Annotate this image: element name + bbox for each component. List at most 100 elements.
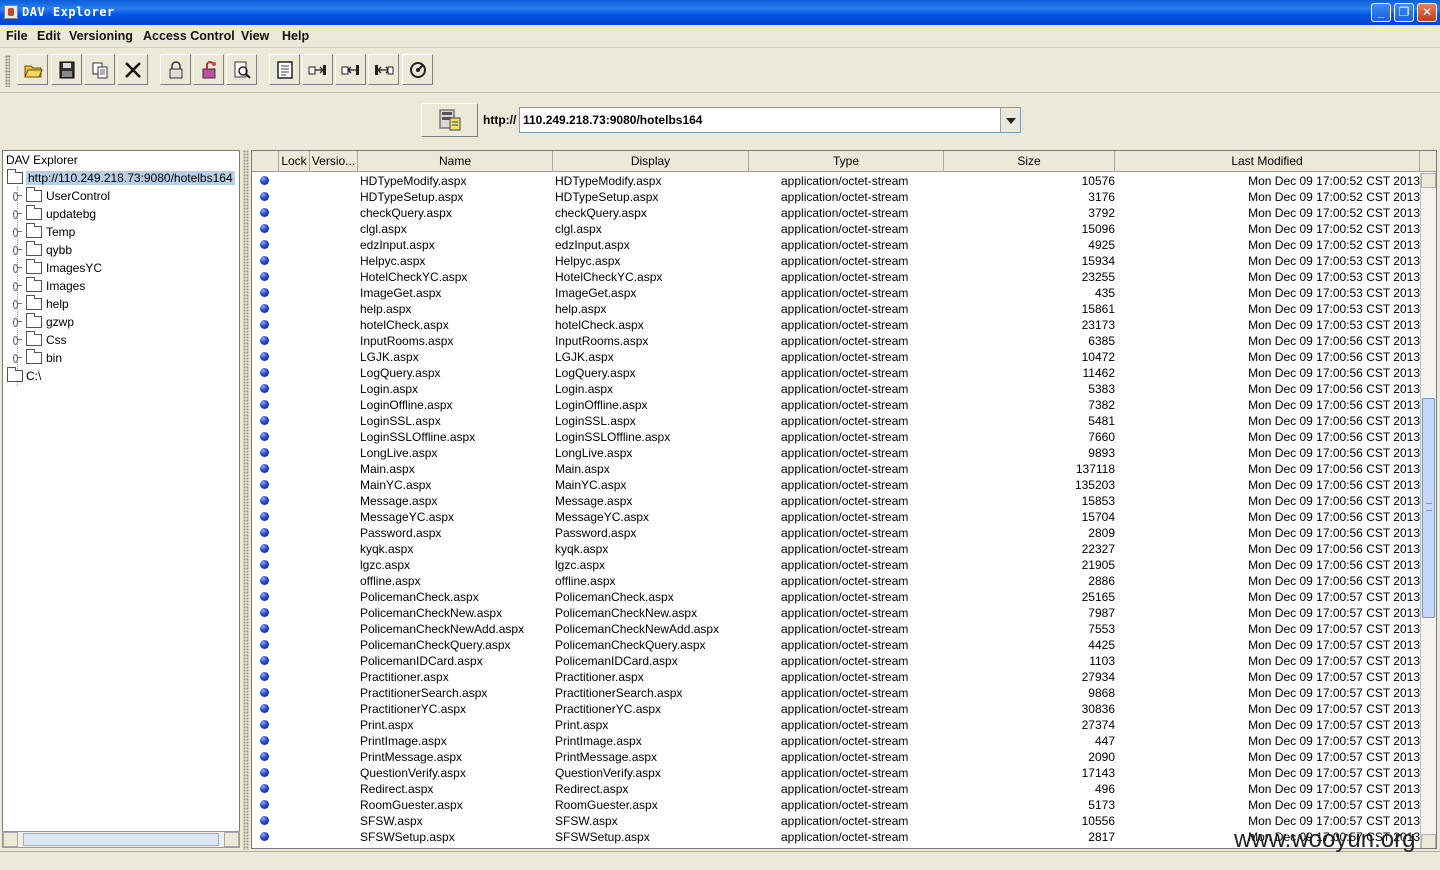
table-row[interactable]: LogQuery.aspx LogQuery.aspx application/oc… <box>252 365 1422 381</box>
scroll-left-arrow[interactable] <box>3 832 18 847</box>
table-row[interactable]: PolicemanCheckNewAdd.aspx PolicemanCheckN… <box>252 621 1422 637</box>
close-button[interactable]: ✕ <box>1417 3 1437 22</box>
toolbar-grip[interactable] <box>5 55 10 87</box>
table-row[interactable]: Main.aspx Main.aspx application/octet-stre… <box>252 461 1422 477</box>
split-pane-divider[interactable] <box>243 150 249 850</box>
scroll-thumb[interactable] <box>1422 398 1435 618</box>
column-header-name[interactable]: Name <box>358 151 553 172</box>
tree-expand-icon[interactable] <box>13 281 22 291</box>
table-row[interactable]: HDTypeModify.aspx HDTypeModify.aspx applic… <box>252 173 1422 189</box>
table-row[interactable]: Redirect.aspx Redirect.aspx application/oc… <box>252 781 1422 797</box>
table-row[interactable]: hotelCheck.aspx hotelCheck.aspx applicatio… <box>252 317 1422 333</box>
table-row[interactable]: clgl.aspx clgl.aspx application/octet-stre… <box>252 221 1422 237</box>
new-file-button[interactable] <box>269 54 300 85</box>
tree-expand-icon[interactable] <box>13 335 22 345</box>
menu-edit[interactable]: Edit <box>37 29 61 43</box>
table-row[interactable]: QuestionVerify.aspx QuestionVerify.aspx ap… <box>252 765 1422 781</box>
folder-icon <box>26 187 42 202</box>
table-row[interactable]: Practitioner.aspx Practitioner.aspx applic… <box>252 669 1422 685</box>
open-folder-button[interactable] <box>17 54 48 85</box>
tree-expand-icon[interactable] <box>13 227 22 237</box>
menu-access-control[interactable]: Access Control <box>143 29 235 43</box>
tree-expand-icon[interactable] <box>13 191 22 201</box>
connect-button[interactable] <box>421 103 478 137</box>
table-row[interactable]: kyqk.aspx kyqk.aspx application/octet-stre… <box>252 541 1422 557</box>
copy-button[interactable] <box>84 54 115 85</box>
cell-last-modified: Mon Dec 09 17:00:52 CST 2013 <box>1248 222 1420 236</box>
table-row[interactable]: Message.aspx Message.aspx application/octe… <box>252 493 1422 509</box>
menu-versioning[interactable]: Versioning <box>69 29 133 43</box>
table-row[interactable]: PolicemanIDCard.aspx PolicemanIDCard.aspx… <box>252 653 1422 669</box>
column-header-size[interactable]: Size <box>944 151 1115 172</box>
table-row[interactable]: LoginOffline.aspx LoginOffline.aspx applic… <box>252 397 1422 413</box>
column-header-display[interactable]: Display <box>553 151 749 172</box>
table-row[interactable]: InputRooms.aspx InputRooms.aspx applicatio… <box>252 333 1422 349</box>
table-row[interactable]: PrintMessage.aspx PrintMessage.aspx applic… <box>252 749 1422 765</box>
table-row[interactable]: edzInput.aspx edzInput.aspx application/oc… <box>252 237 1422 253</box>
table-row[interactable]: LoginSSL.aspx LoginSSL.aspx application/oc… <box>252 413 1422 429</box>
tree-expand-icon[interactable] <box>13 263 22 273</box>
table-row[interactable]: offline.aspx offline.aspx application/octe… <box>252 573 1422 589</box>
table-row[interactable]: PractitionerYC.aspx PractitionerYC.aspx ap… <box>252 701 1422 717</box>
table-row[interactable]: LongLive.aspx LongLive.aspx application/oc… <box>252 445 1422 461</box>
scroll-up-arrow[interactable] <box>1421 173 1436 188</box>
cell-name: Redirect.aspx <box>360 782 434 796</box>
lock-button[interactable] <box>160 54 191 85</box>
url-combobox[interactable]: 110.249.218.73:9080/hotelbs164 <box>519 107 1021 133</box>
table-vertical-scrollbar[interactable] <box>1420 173 1436 848</box>
table-row[interactable]: LGJK.aspx LGJK.aspx application/octet-stre… <box>252 349 1422 365</box>
table-row[interactable]: MainYC.aspx MainYC.aspx application/octet-… <box>252 477 1422 493</box>
scroll-right-arrow[interactable] <box>224 832 239 847</box>
table-row[interactable]: HDTypeSetup.aspx HDTypeSetup.aspx applicat… <box>252 189 1422 205</box>
table-row[interactable]: LoginSSLOffline.aspx LoginSSLOffline.aspx… <box>252 429 1422 445</box>
table-row[interactable]: Login.aspx Login.aspx application/octet-st… <box>252 381 1422 397</box>
cell-display: LoginSSLOffline.aspx <box>555 430 671 444</box>
tree-expand-icon[interactable] <box>13 299 22 309</box>
table-row[interactable]: ImageGet.aspx ImageGet.aspx application/oc… <box>252 285 1422 301</box>
scroll-down-arrow[interactable] <box>1421 834 1436 848</box>
column-header-icon[interactable] <box>252 151 279 172</box>
minimize-button[interactable]: _ <box>1371 3 1391 22</box>
properties-button[interactable] <box>226 54 257 85</box>
table-row[interactable]: help.aspx help.aspx application/octet-stre… <box>252 301 1422 317</box>
menu-help[interactable]: Help <box>282 29 309 43</box>
cell-name: LGJK.aspx <box>360 350 419 364</box>
column-header-type[interactable]: Type <box>749 151 944 172</box>
tree-expand-icon[interactable] <box>13 245 22 255</box>
put-button[interactable] <box>302 54 333 85</box>
table-row[interactable]: PolicemanCheck.aspx PolicemanCheck.aspx ap… <box>252 589 1422 605</box>
table-row[interactable]: RoomGuester.aspx RoomGuester.aspx applicat… <box>252 797 1422 813</box>
table-row[interactable]: PolicemanCheckQuery.aspx PolicemanCheckQu… <box>252 637 1422 653</box>
table-row[interactable]: PractitionerSearch.aspx PractitionerSearc… <box>252 685 1422 701</box>
folder-icon <box>7 367 23 382</box>
table-row[interactable]: PrintImage.aspx PrintImage.aspx applicatio… <box>252 733 1422 749</box>
restore-button[interactable]: ❐ <box>1394 3 1414 22</box>
table-row[interactable]: lgzc.aspx lgzc.aspx application/octet-stre… <box>252 557 1422 573</box>
menu-file[interactable]: File <box>6 29 28 43</box>
menu-view[interactable]: View <box>241 29 269 43</box>
tree-expand-icon[interactable] <box>13 209 22 219</box>
table-row[interactable]: Print.aspx Print.aspx application/octet-st… <box>252 717 1422 733</box>
cut-button[interactable] <box>117 54 148 85</box>
table-row[interactable]: PolicemanCheckNew.aspx PolicemanCheckNew.… <box>252 605 1422 621</box>
column-header-version[interactable]: Versio... <box>310 151 358 172</box>
move-button[interactable] <box>368 54 399 85</box>
table-row[interactable]: checkQuery.aspx checkQuery.aspx applicatio… <box>252 205 1422 221</box>
scroll-thumb[interactable] <box>23 833 219 846</box>
column-header-last-modified[interactable]: Last Modified <box>1115 151 1420 172</box>
table-row[interactable]: Helpyc.aspx Helpyc.aspx application/octet-… <box>252 253 1422 269</box>
save-button[interactable] <box>51 54 82 85</box>
table-row[interactable]: Password.aspx Password.aspx application/oc… <box>252 525 1422 541</box>
table-row[interactable]: MessageYC.aspx MessageYC.aspx application/… <box>252 509 1422 525</box>
chevron-down-icon[interactable] <box>1000 108 1020 132</box>
unlock-button[interactable] <box>193 54 224 85</box>
refresh-button[interactable] <box>402 54 433 85</box>
tree-expand-icon[interactable] <box>13 317 22 327</box>
get-button[interactable] <box>335 54 366 85</box>
cell-size: 5173 <box>1088 798 1115 812</box>
url-input[interactable]: 110.249.218.73:9080/hotelbs164 <box>523 113 702 127</box>
column-header-lock[interactable]: Lock <box>279 151 310 172</box>
table-row[interactable]: HotelCheckYC.aspx HotelCheckYC.aspx applic… <box>252 269 1422 285</box>
tree-expand-icon[interactable] <box>13 353 22 363</box>
tree-horizontal-scrollbar[interactable] <box>2 831 240 848</box>
